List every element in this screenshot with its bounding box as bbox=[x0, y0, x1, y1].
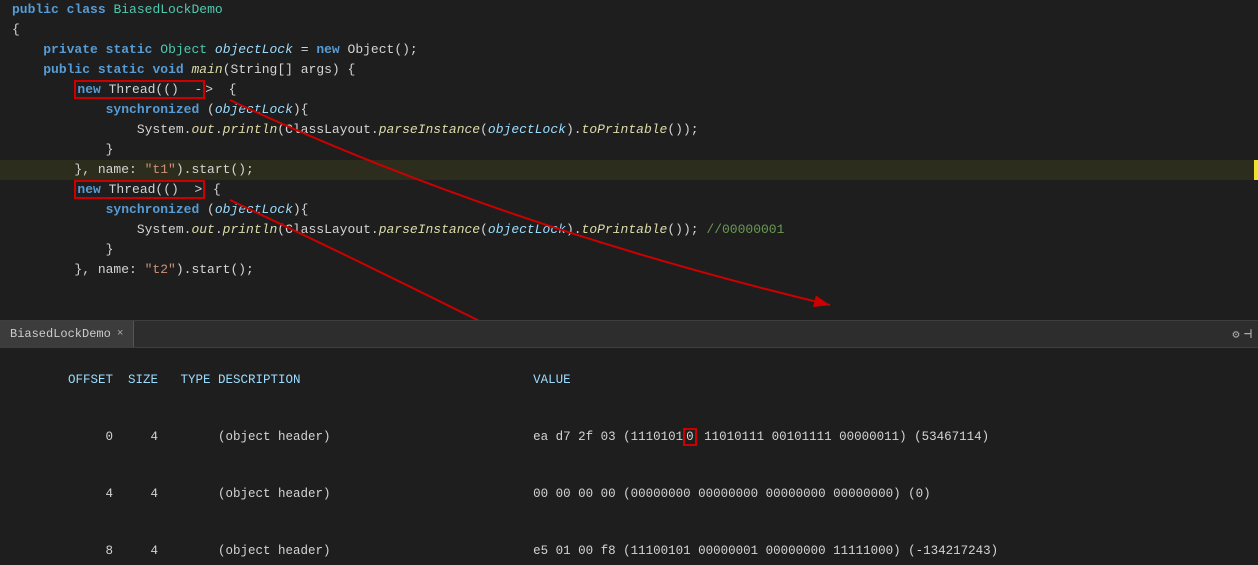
tab-biasedlockdemo[interactable]: BiasedLockDemo × bbox=[0, 321, 134, 347]
code-line-13: } bbox=[0, 240, 1258, 260]
tab-close-button[interactable]: × bbox=[117, 328, 124, 340]
tab-bar: BiasedLockDemo × ⚙ ⊣ bbox=[0, 320, 1258, 348]
pin-icon[interactable]: ⊣ bbox=[1244, 326, 1252, 343]
console-redbox-1: 0 bbox=[683, 428, 697, 446]
console-output: OFFSET SIZE TYPE DESCRIPTION VALUE 0 4 (… bbox=[0, 348, 1258, 565]
console-data-row-3: 8 4 (object header) e5 01 00 f8 (1110010… bbox=[8, 523, 1250, 565]
code-line-12: System.out.println(ClassLayout.parseInst… bbox=[0, 220, 1258, 240]
code-line-3: private static Object objectLock = new O… bbox=[0, 40, 1258, 60]
yellow-indicator bbox=[1254, 160, 1258, 180]
code-line-7: System.out.println(ClassLayout.parseInst… bbox=[0, 120, 1258, 140]
code-line-14: }, name: "t2").start(); bbox=[0, 260, 1258, 280]
code-line-9: }, name: "t1").start(); bbox=[0, 160, 1258, 180]
gear-icon[interactable]: ⚙ bbox=[1232, 327, 1239, 342]
code-line-6: synchronized (objectLock){ bbox=[0, 100, 1258, 120]
code-line-11: synchronized (objectLock){ bbox=[0, 200, 1258, 220]
tab-label: BiasedLockDemo bbox=[10, 327, 111, 341]
tab-actions: ⚙ ⊣ bbox=[1232, 326, 1258, 343]
code-line-10: new Thread(() > { bbox=[0, 180, 1258, 200]
console-data-row-2: 4 4 (object header) 00 00 00 00 (0000000… bbox=[8, 466, 1250, 523]
redbox-1: new Thread(() - bbox=[74, 80, 205, 99]
code-line-8: } bbox=[0, 140, 1258, 160]
redbox-2: new Thread(() > bbox=[74, 180, 205, 199]
code-editor: public class BiasedLockDemo { private st… bbox=[0, 0, 1258, 320]
code-line-4: public static void main(String[] args) { bbox=[0, 60, 1258, 80]
console-data-row-1: 0 4 (object header) ea d7 2f 03 (1110101… bbox=[8, 409, 1250, 466]
code-line-2: { bbox=[0, 20, 1258, 40]
console-header-row-1: OFFSET SIZE TYPE DESCRIPTION VALUE bbox=[8, 352, 1250, 409]
code-line-5: new Thread(() -> { bbox=[0, 80, 1258, 100]
code-line-1: public class BiasedLockDemo bbox=[0, 0, 1258, 20]
console-wrapper: OFFSET SIZE TYPE DESCRIPTION VALUE 0 4 (… bbox=[0, 348, 1258, 565]
